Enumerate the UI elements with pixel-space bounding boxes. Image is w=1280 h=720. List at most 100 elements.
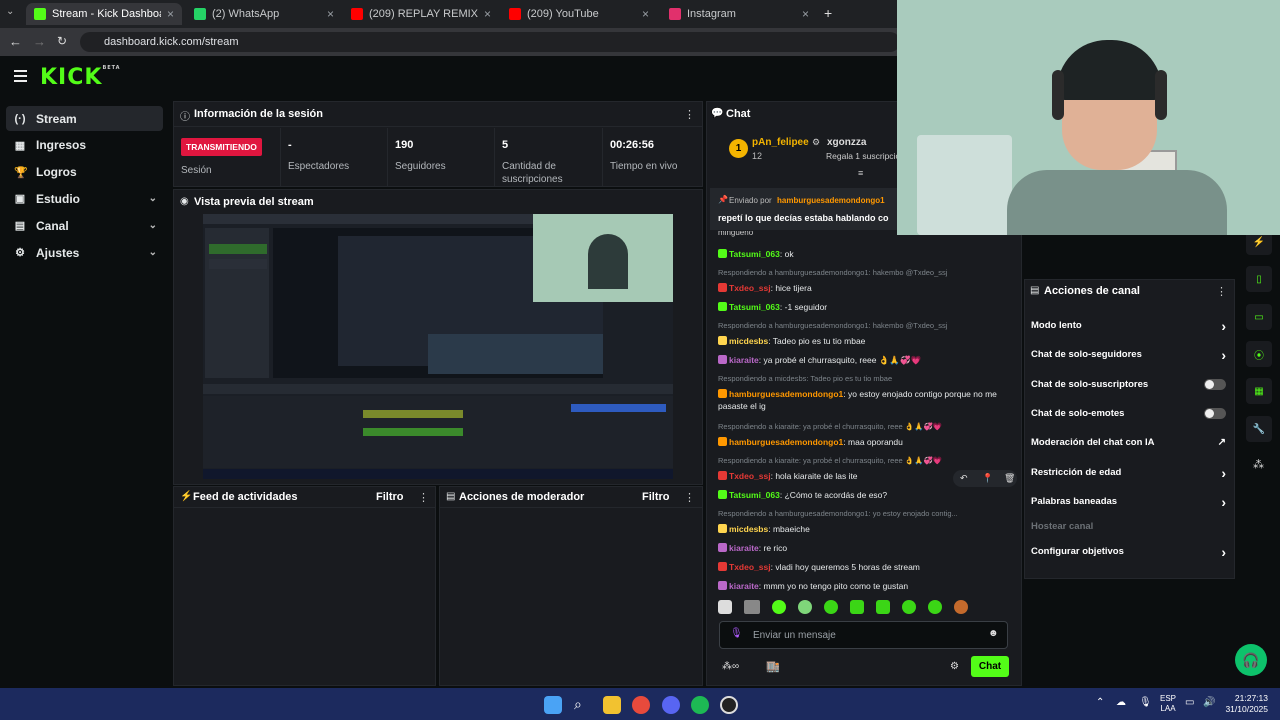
discord-icon[interactable] (662, 696, 680, 714)
activity-menu-icon[interactable]: ⋮ (418, 491, 429, 504)
stream-preview-video[interactable] (203, 214, 673, 479)
tab-close-icon[interactable]: × (802, 7, 809, 21)
tab-close-icon[interactable]: × (642, 7, 649, 21)
channel-actions-menu-icon[interactable]: ⋮ (1216, 285, 1227, 298)
spotify-icon[interactable] (691, 696, 709, 714)
tray-volume-icon[interactable]: 🔊 (1203, 697, 1215, 708)
mod-filter-button[interactable]: Filtro (642, 491, 670, 503)
chat-username[interactable]: Txdeo_ssj (729, 562, 771, 572)
chevron-right-icon[interactable]: › (1221, 544, 1226, 560)
sidebar-item-logros[interactable]: 🏆 Logros (6, 160, 163, 185)
chat-message[interactable]: Txdeo_ssj: vladi hoy queremos 5 horas de… (718, 562, 1013, 573)
chat-message[interactable]: Tatsumi_063: -1 seguidor (718, 302, 1013, 313)
chat-message[interactable]: hamburguesademondongo1: yo estoy enojado… (718, 389, 1013, 400)
chat-send-button[interactable]: Chat (971, 656, 1009, 677)
emote-icon[interactable] (798, 600, 812, 614)
sidebar-item-stream[interactable]: (·) Stream (6, 106, 163, 131)
chat-settings-icon[interactable]: ⚙ (950, 661, 959, 672)
mod-menu-icon[interactable]: ⋮ (684, 491, 695, 504)
toggle-switch[interactable] (1204, 379, 1226, 390)
activity-filter-button[interactable]: Filtro (376, 491, 404, 503)
url-bar[interactable]: dashboard.kick.com/stream (80, 32, 900, 52)
emote-icon[interactable] (876, 600, 890, 614)
chat-username[interactable]: hamburguesademondongo1 (729, 437, 843, 447)
sidebar-item-ajustes[interactable]: ⚙ Ajustes ⌄ (6, 240, 163, 265)
browser-tab[interactable]: Stream - Kick Dashboard × (26, 3, 182, 25)
forward-arrow-icon[interactable]: → (33, 34, 46, 49)
chat-username[interactable]: Tatsumi_063 (729, 490, 780, 500)
tab-close-icon[interactable]: × (167, 7, 174, 21)
top-gifter-name[interactable]: pAn_felipee (752, 137, 809, 148)
chat-username[interactable]: hamburguesademondongo1 (729, 389, 843, 399)
back-arrow-icon[interactable]: ← (9, 34, 22, 49)
collapse-icon[interactable]: ≡ (858, 168, 863, 178)
channel-action-item[interactable]: Moderación del chat con IA ↗ (1031, 436, 1226, 449)
chevron-right-icon[interactable]: › (1221, 318, 1226, 334)
chat-message[interactable]: kiaraite: ya probé el churrasquito, reee… (718, 355, 1013, 366)
emote-icon[interactable] (902, 600, 916, 614)
channel-action-item[interactable]: Configurar objetivos › (1031, 544, 1226, 560)
sidebar-item-canal[interactable]: ▤ Canal ⌄ (6, 213, 163, 238)
support-headset-icon[interactable]: 🎧 (1235, 644, 1267, 676)
chevron-right-icon[interactable]: › (1221, 465, 1226, 481)
taskbar-search-icon[interactable]: ⌕ (574, 696, 582, 713)
emote-icon[interactable] (718, 600, 732, 614)
chat-username[interactable]: kiaraite (729, 543, 759, 553)
channel-action-item[interactable]: Chat de solo-suscriptores (1031, 378, 1226, 391)
chat-message[interactable]: micdesbs: Tadeo pio es tu tio mbae (718, 336, 1013, 347)
chat-message[interactable]: micdesbs: mbaeiche (718, 524, 1013, 535)
kick-logo[interactable]: KICKBETA (40, 65, 121, 90)
rail-users-icon[interactable]: ⁂ (1253, 458, 1264, 471)
tray-mic-icon[interactable]: 🎙 (1139, 697, 1152, 708)
toggle-switch[interactable] (1204, 408, 1226, 419)
chrome-icon[interactable] (632, 696, 650, 714)
emote-icon[interactable] (744, 600, 760, 614)
chat-username[interactable]: Tatsumi_063 (729, 249, 780, 259)
tab-search-icon[interactable]: ⌄ (6, 6, 14, 17)
hamburger-menu-icon[interactable] (14, 70, 27, 82)
tray-chevron-icon[interactable]: ⌃ (1096, 697, 1104, 708)
channel-action-item[interactable]: Modo lento › (1031, 318, 1226, 334)
chat-username[interactable]: Tatsumi_063 (729, 302, 780, 312)
reload-icon[interactable]: ↻ (57, 34, 67, 48)
emote-icon[interactable] (772, 600, 786, 614)
session-menu-icon[interactable]: ⋮ (684, 108, 695, 121)
chat-message[interactable]: Tatsumi_063: ok (718, 249, 1013, 260)
channel-action-item[interactable]: Restricción de edad › (1031, 465, 1226, 481)
chat-message[interactable]: Tatsumi_063: ¿Cómo te acordás de eso? (718, 490, 1013, 501)
chat-users-icon[interactable]: ⁂∞ (722, 661, 739, 672)
rail-doc-icon[interactable]: ▯ (1246, 266, 1272, 292)
chat-username[interactable]: kiaraite (729, 355, 759, 365)
sidebar-item-ingresos[interactable]: ▦ Ingresos (6, 133, 163, 158)
microphone-icon[interactable]: 🎙 (730, 628, 743, 639)
chat-username[interactable]: Txdeo_ssj (729, 471, 771, 481)
chevron-down-icon[interactable]: ⌄ (149, 193, 157, 204)
tray-clock[interactable]: 21:27:13 31/10/2025 (1224, 693, 1268, 715)
windows-start-icon[interactable] (544, 696, 562, 714)
tab-close-icon[interactable]: × (327, 7, 334, 21)
rail-broadcast-icon[interactable]: ⦿ (1246, 341, 1272, 367)
emote-icon[interactable] (928, 600, 942, 614)
obs-icon[interactable] (720, 696, 738, 714)
chat-username[interactable]: micdesbs (729, 524, 768, 534)
chat-message[interactable]: Txdeo_ssj: hice tijera (718, 283, 1013, 294)
external-link-icon[interactable]: ↗ (1218, 437, 1226, 448)
chevron-right-icon[interactable]: › (1221, 347, 1226, 363)
rail-chat-icon[interactable]: ▭ (1246, 304, 1272, 330)
pinned-by-user[interactable]: hamburguesademondongo1 (777, 196, 885, 205)
tray-lang[interactable]: ESP LAA (1160, 694, 1176, 714)
rail-wrench-icon[interactable]: 🔧 (1246, 416, 1272, 442)
tray-network-icon[interactable]: ▭ (1185, 697, 1194, 708)
browser-tab[interactable]: (209) YouTube × (501, 3, 657, 25)
file-explorer-icon[interactable] (603, 696, 621, 714)
sidebar-item-estudio[interactable]: ▣ Estudio ⌄ (6, 186, 163, 211)
emoji-picker-icon[interactable]: ☻ (988, 628, 999, 639)
chevron-down-icon[interactable]: ⌄ (149, 220, 157, 231)
chevron-right-icon[interactable]: › (1221, 494, 1226, 510)
chat-message[interactable]: Txdeo_ssj: hola kiaraite de las ite (718, 471, 1013, 482)
gifter-other-name[interactable]: xgonzza (827, 137, 866, 148)
channel-action-item[interactable]: Palabras baneadas › (1031, 494, 1226, 510)
tab-close-icon[interactable]: × (484, 7, 491, 21)
chat-username[interactable]: Txdeo_ssj (729, 283, 771, 293)
chat-username[interactable]: micdesbs (729, 336, 768, 346)
